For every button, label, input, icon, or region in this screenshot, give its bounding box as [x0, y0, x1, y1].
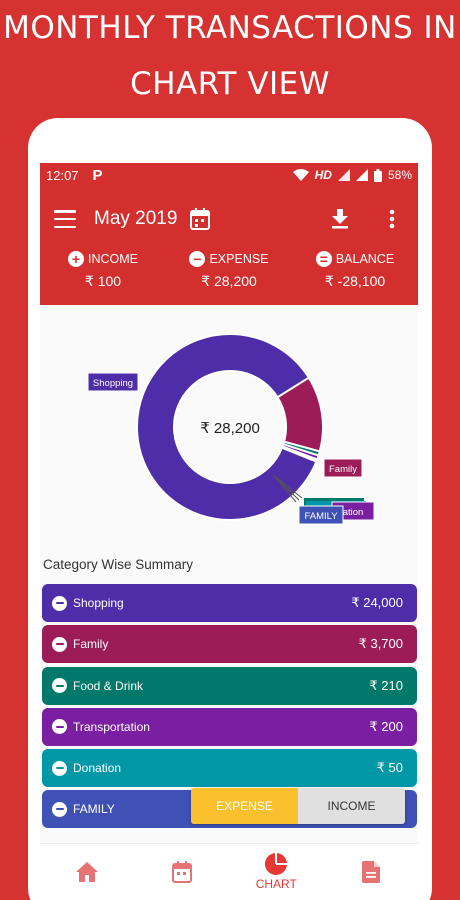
expense-toggle-button[interactable]: EXPENSE — [191, 788, 298, 824]
donut-center-total: ₹ 28,200 — [200, 420, 260, 437]
status-time: 12:07 — [46, 167, 79, 183]
equals-circle-icon: = — [315, 251, 332, 267]
bottom-navigation: CHART — [40, 843, 418, 900]
callout-label: Family — [323, 458, 363, 478]
callout-label: FAMILY — [298, 505, 344, 525]
category-name: Shopping — [73, 596, 124, 610]
income-summary: + INCOME ₹ 100 — [40, 251, 166, 305]
more-options-icon[interactable] — [380, 207, 404, 231]
battery-level: 58% — [387, 168, 412, 182]
category-summary-title: Category Wise Summary — [43, 557, 194, 572]
nav-chart-label: CHART — [255, 877, 297, 891]
minus-circle-icon[interactable] — [52, 719, 67, 735]
category-item[interactable]: Family ₹ 3,700 — [42, 625, 417, 664]
calendar-icon[interactable] — [189, 208, 211, 230]
donut-svg: ₹ 28,200 Shopping Family ation FAMILY — [87, 333, 375, 525]
expense-label: EXPENSE — [209, 252, 269, 266]
app-screen: 12:07 P HD 58% May 2019 + INCOME ₹ 100 −… — [40, 163, 418, 900]
app-notification-icon: P — [92, 166, 103, 184]
minus-circle-icon[interactable] — [52, 636, 67, 652]
callout-text: Family — [329, 464, 357, 475]
category-amount: ₹ 24,000 — [351, 595, 403, 610]
nav-chart[interactable]: CHART — [229, 844, 324, 900]
callout-text: FAMILY — [304, 511, 338, 522]
pie-chart-icon — [265, 853, 288, 875]
promo-line-1: MONTHLY TRANSACTIONS IN — [3, 10, 457, 46]
totals-summary: + INCOME ₹ 100 − EXPENSE ₹ 28,200 = BALA… — [40, 251, 418, 305]
category-name: Transportation — [73, 719, 150, 734]
expense-summary: − EXPENSE ₹ 28,200 — [166, 251, 292, 305]
minus-circle-icon[interactable] — [52, 760, 67, 776]
download-icon[interactable] — [328, 207, 352, 231]
category-item[interactable]: Donation ₹ 50 — [42, 749, 417, 788]
callout-label: Shopping — [87, 372, 139, 392]
nav-calendar[interactable] — [135, 844, 230, 900]
promo-heading: MONTHLY TRANSACTIONS IN CHART VIEW — [0, 0, 460, 112]
category-name: Family — [73, 637, 109, 652]
plus-circle-icon: + — [68, 251, 84, 267]
nav-home[interactable] — [40, 844, 135, 900]
signal-icon — [337, 169, 350, 181]
category-name: FAMILY — [73, 802, 115, 817]
expense-income-toggle: EXPENSE INCOME — [191, 788, 405, 824]
category-name: Donation — [73, 761, 122, 776]
minus-circle-icon[interactable] — [52, 801, 67, 817]
wifi-icon — [292, 169, 309, 181]
category-name: Food & Drink — [73, 678, 144, 693]
minus-circle-icon[interactable] — [52, 678, 67, 694]
category-amount: ₹ 3,700 — [358, 636, 403, 652]
battery-icon — [373, 168, 382, 182]
promo-line-2: CHART VIEW — [130, 66, 330, 102]
category-item[interactable]: Transportation ₹ 200 — [42, 707, 417, 746]
callout-text: ation — [343, 507, 364, 518]
menu-icon[interactable] — [54, 210, 76, 228]
status-bar: 12:07 P HD 58% — [40, 163, 418, 187]
callout-text: Shopping — [93, 378, 133, 389]
category-item[interactable]: Shopping ₹ 24,000 — [42, 584, 417, 622]
month-title[interactable]: May 2019 — [94, 208, 177, 230]
signal-icon-2 — [355, 169, 368, 181]
income-label: INCOME — [88, 252, 138, 266]
nav-report[interactable] — [324, 844, 419, 900]
income-toggle-button[interactable]: INCOME — [298, 788, 405, 824]
document-icon — [361, 861, 380, 883]
home-icon — [76, 862, 99, 882]
minus-circle-icon[interactable] — [52, 595, 67, 611]
network-type: HD — [314, 168, 332, 182]
expense-donut-chart[interactable]: ₹ 28,200 Shopping Family ation FAMILY — [40, 305, 418, 555]
calendar-nav-icon — [171, 861, 192, 883]
expense-value: ₹ 28,200 — [201, 273, 257, 289]
category-amount: ₹ 210 — [369, 677, 403, 693]
category-amount: ₹ 50 — [376, 760, 403, 776]
app-bar: May 2019 + INCOME ₹ 100 − EXPENSE ₹ 28,2… — [40, 187, 418, 305]
category-item[interactable]: Food & Drink ₹ 210 — [42, 666, 417, 705]
balance-label: BALANCE — [335, 252, 395, 266]
balance-summary: = BALANCE ₹ -28,100 — [292, 251, 418, 305]
minus-circle-icon: − — [189, 251, 206, 267]
category-amount: ₹ 200 — [369, 718, 403, 734]
balance-value: ₹ -28,100 — [324, 273, 386, 289]
income-value: ₹ 100 — [84, 273, 122, 289]
